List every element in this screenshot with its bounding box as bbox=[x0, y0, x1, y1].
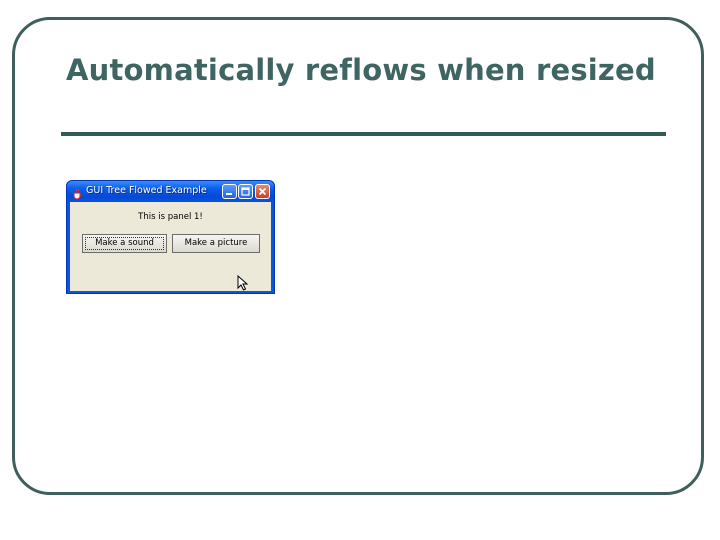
java-cup-icon bbox=[71, 185, 83, 200]
minimize-icon bbox=[226, 193, 232, 195]
panel-label: This is panel 1! bbox=[138, 212, 203, 222]
slide-title: Automatically reflows when resized bbox=[66, 53, 656, 87]
mouse-pointer-icon bbox=[237, 274, 249, 291]
close-button[interactable] bbox=[255, 184, 270, 199]
window-title: GUI Tree Flowed Example bbox=[86, 185, 207, 196]
app-window[interactable]: GUI Tree Flowed Example This is panel 1! bbox=[66, 180, 275, 294]
slide: Automatically reflows when resized GUI T… bbox=[0, 0, 720, 540]
maximize-button[interactable] bbox=[238, 184, 253, 199]
maximize-icon bbox=[241, 187, 250, 196]
make-sound-button[interactable]: Make a sound bbox=[82, 234, 167, 253]
window-titlebar[interactable]: GUI Tree Flowed Example bbox=[67, 181, 274, 202]
make-picture-button[interactable]: Make a picture bbox=[172, 234, 260, 253]
minimize-button[interactable] bbox=[222, 184, 237, 199]
close-icon bbox=[258, 187, 267, 196]
window-content-panel: This is panel 1! Make a sound Make a pic… bbox=[70, 202, 271, 291]
title-underline bbox=[61, 132, 666, 136]
